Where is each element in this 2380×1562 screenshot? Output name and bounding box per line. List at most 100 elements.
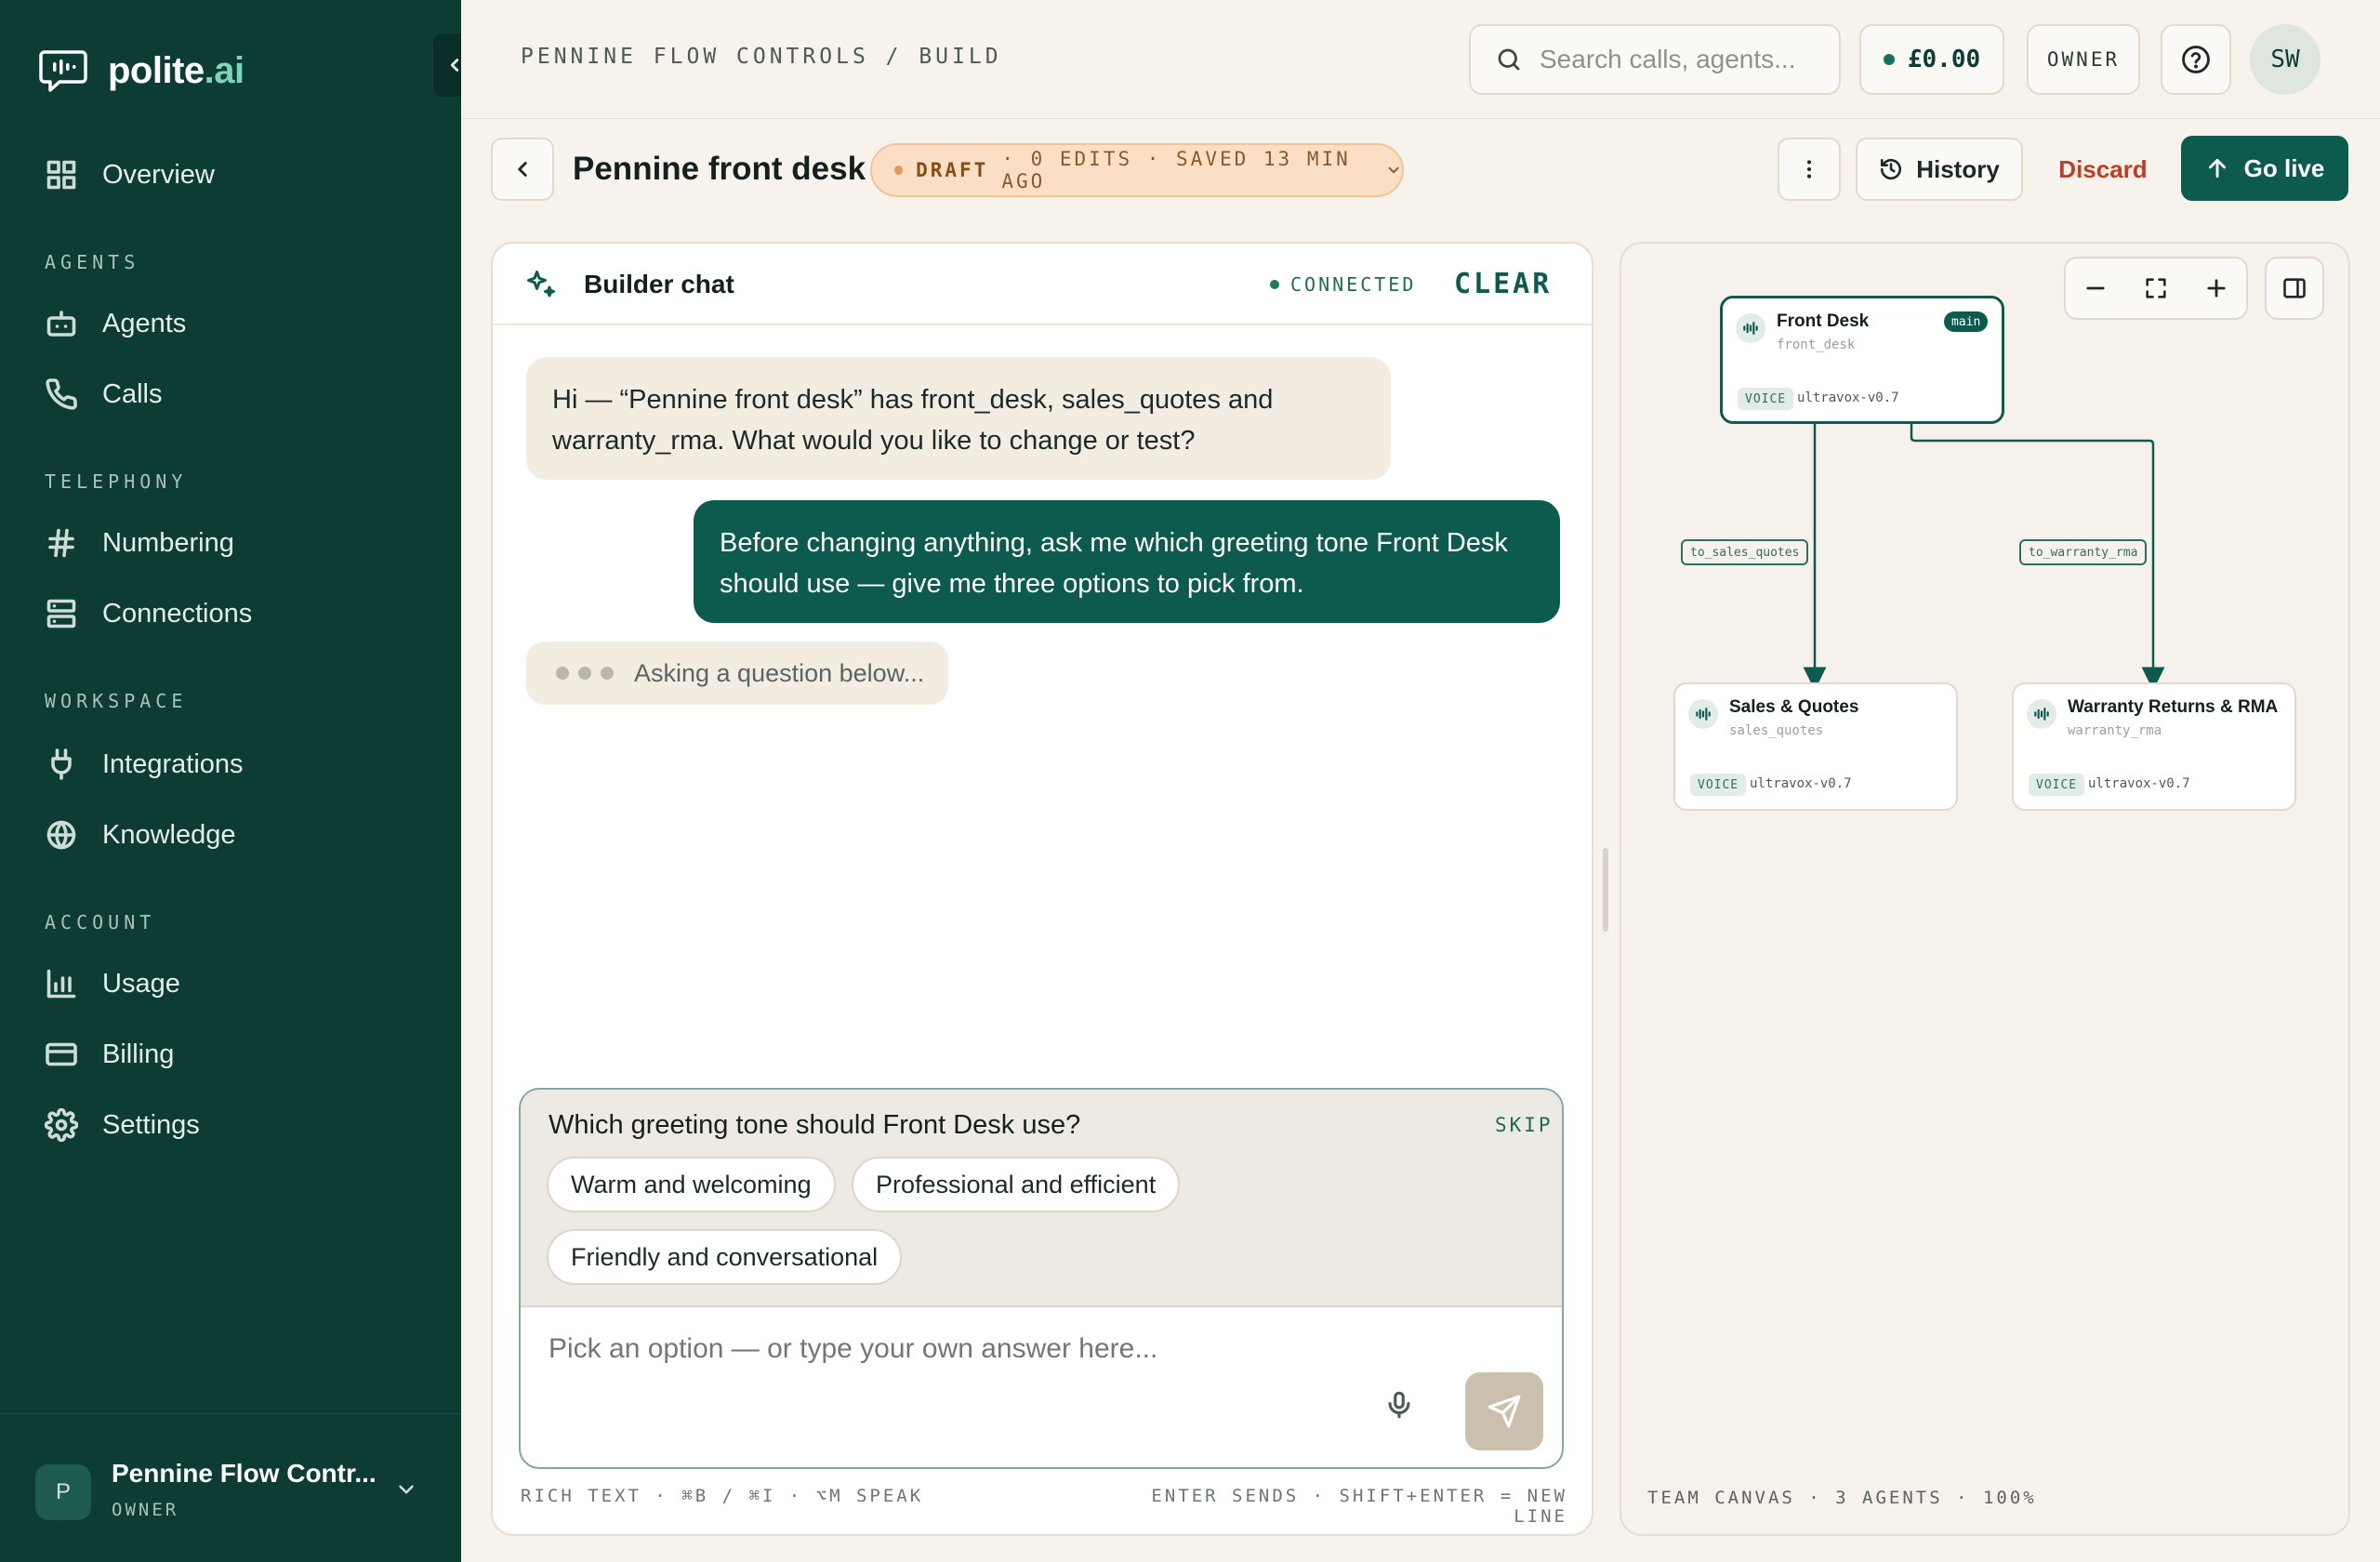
send-button[interactable] bbox=[1465, 1372, 1543, 1450]
section-label-workspace: WORKSPACE bbox=[45, 690, 188, 712]
sidebar-item-label: Knowledge bbox=[102, 819, 236, 850]
status-dot bbox=[1883, 54, 1895, 65]
sidebar: polite.ai Overview AGENTS Agents Calls T… bbox=[0, 0, 461, 1562]
search-box[interactable] bbox=[1469, 24, 1841, 95]
message-input[interactable] bbox=[549, 1333, 1385, 1365]
sidebar-item-label: Agents bbox=[102, 308, 187, 338]
plug-icon bbox=[51, 748, 72, 780]
sidebar-item-label: Connections bbox=[102, 598, 253, 629]
logo[interactable]: polite.ai bbox=[39, 48, 245, 93]
user-message: Before changing anything, ask me which g… bbox=[694, 500, 1560, 623]
sidebar-item-integrations[interactable]: Integrations bbox=[45, 742, 244, 787]
draft-status-dropdown[interactable]: DRAFT · 0 EDITS · SAVED 13 MIN AGO bbox=[870, 143, 1404, 197]
sidebar-item-knowledge[interactable]: Knowledge bbox=[45, 813, 236, 857]
voice-badge: VOICE bbox=[1690, 774, 1747, 796]
audio-wave-icon bbox=[2027, 699, 2056, 729]
audio-wave-icon bbox=[1688, 699, 1718, 729]
sidebar-item-label: Numbering bbox=[102, 527, 234, 558]
composer: Which greeting tone should Front Desk us… bbox=[519, 1088, 1564, 1469]
gear-icon bbox=[45, 1108, 78, 1142]
typing-dot bbox=[601, 667, 614, 680]
panel-resize-handle[interactable] bbox=[1603, 848, 1608, 932]
canvas-status: TEAM CANVAS · 3 AGENTS · 100% bbox=[1647, 1488, 2037, 1508]
sparkles-icon bbox=[527, 271, 555, 298]
phone-icon bbox=[46, 378, 77, 410]
grid-icon bbox=[46, 160, 76, 190]
section-label-account: ACCOUNT bbox=[45, 911, 156, 933]
sidebar-item-label: Overview bbox=[102, 159, 215, 190]
sidebar-item-agents[interactable]: Agents bbox=[45, 301, 186, 346]
chevron-down-icon bbox=[1388, 166, 1399, 174]
node-model: ultravox-v0.7 bbox=[2088, 776, 2190, 791]
agent-node-front-desk[interactable]: Front Desk front_desk main VOICE ultravo… bbox=[1720, 296, 2004, 424]
voice-badge: VOICE bbox=[2029, 774, 2085, 796]
question-text: Which greeting tone should Front Desk us… bbox=[549, 1110, 1081, 1140]
connection-status: CONNECTED bbox=[1270, 273, 1416, 296]
history-label: History bbox=[1916, 154, 2000, 183]
search-input[interactable] bbox=[1540, 45, 1818, 74]
back-button[interactable] bbox=[491, 138, 554, 201]
chat-bubble-logo-icon bbox=[39, 50, 87, 92]
edge-label-to-warranty[interactable]: to_warranty_rma bbox=[2019, 539, 2148, 565]
agent-node-sales-quotes[interactable]: Sales & Quotes sales_quotes VOICE ultrav… bbox=[1673, 682, 1958, 811]
voice-badge: VOICE bbox=[1738, 388, 1794, 410]
role-button[interactable]: OWNER bbox=[2027, 24, 2140, 95]
edge-label-to-sales[interactable]: to_sales_quotes bbox=[1681, 539, 1809, 565]
microphone-button[interactable] bbox=[1383, 1389, 1415, 1425]
page-title: Pennine front desk bbox=[573, 151, 866, 187]
clear-chat-button[interactable]: CLEAR bbox=[1454, 268, 1552, 300]
draft-meta: · 0 EDITS · SAVED 13 MIN AGO bbox=[1001, 148, 1351, 192]
sidebar-item-settings[interactable]: Settings bbox=[45, 1103, 200, 1147]
breadcrumb: PENNINE FLOW CONTROLS / BUILD bbox=[521, 45, 1002, 69]
composer-shortcuts-hint: RICH TEXT · ⌘B / ⌘I · ⌥M SPEAK bbox=[521, 1486, 924, 1506]
microphone-icon bbox=[1388, 1391, 1410, 1419]
chevron-down-icon bbox=[399, 1485, 414, 1494]
node-id: warranty_rma bbox=[2068, 723, 2162, 738]
sidebar-item-numbering[interactable]: Numbering bbox=[45, 521, 234, 565]
option-chip-warm[interactable]: Warm and welcoming bbox=[547, 1157, 836, 1212]
sidebar-item-usage[interactable]: Usage bbox=[45, 961, 180, 1006]
sidebar-item-connections[interactable]: Connections bbox=[45, 591, 252, 636]
balance-badge[interactable]: £0.00 bbox=[1859, 24, 2004, 95]
typing-dot bbox=[556, 667, 569, 680]
server-icon bbox=[46, 599, 76, 629]
org-name: Pennine Flow Contr... bbox=[112, 1459, 377, 1488]
agent-node-warranty-rma[interactable]: Warranty Returns & RMA warranty_rma VOIC… bbox=[2012, 682, 2296, 811]
option-chip-professional[interactable]: Professional and efficient bbox=[852, 1157, 1181, 1212]
hash-icon bbox=[48, 528, 74, 558]
audio-wave-icon bbox=[1736, 313, 1765, 343]
edge-connectors bbox=[1803, 424, 2165, 691]
bot-icon bbox=[46, 311, 76, 337]
sidebar-item-label: Calls bbox=[102, 378, 163, 409]
org-switcher[interactable]: P Pennine Flow Contr... OWNER bbox=[0, 1413, 461, 1562]
section-label-agents: AGENTS bbox=[45, 251, 140, 273]
history-icon bbox=[1881, 158, 1902, 180]
help-button[interactable] bbox=[2161, 24, 2231, 95]
skip-button[interactable]: SKIP bbox=[1495, 1114, 1554, 1136]
typing-indicator: Asking a question below... bbox=[526, 642, 948, 705]
team-canvas[interactable]: Front Desk front_desk main VOICE ultravo… bbox=[1620, 242, 2350, 1536]
chevron-left-icon bbox=[518, 162, 527, 177]
search-icon bbox=[1498, 48, 1520, 71]
discard-button[interactable]: Discard bbox=[2047, 138, 2159, 201]
more-options-button[interactable] bbox=[1778, 138, 1841, 201]
org-avatar: P bbox=[35, 1464, 91, 1520]
main-tag: main bbox=[1944, 311, 1989, 332]
history-button[interactable]: History bbox=[1856, 138, 2023, 201]
node-model: ultravox-v0.7 bbox=[1750, 776, 1852, 791]
sidebar-item-label: Integrations bbox=[102, 748, 244, 779]
go-live-button[interactable]: Go live bbox=[2181, 136, 2348, 201]
connection-label: CONNECTED bbox=[1290, 273, 1417, 296]
node-id: sales_quotes bbox=[1729, 723, 1824, 738]
section-label-telephony: TELEPHONY bbox=[45, 470, 188, 493]
sidebar-item-billing[interactable]: Billing bbox=[45, 1032, 174, 1077]
option-chip-friendly[interactable]: Friendly and conversational bbox=[547, 1229, 903, 1285]
top-bar: PENNINE FLOW CONTROLS / BUILD £0.00 OWNE… bbox=[461, 0, 2380, 119]
composer-send-hint: ENTER SENDS · SHIFT+ENTER = NEW LINE bbox=[1151, 1486, 1567, 1527]
sidebar-item-calls[interactable]: Calls bbox=[45, 372, 162, 417]
chat-header: Builder chat CONNECTED CLEAR bbox=[493, 244, 1592, 325]
node-title: Warranty Returns & RMA bbox=[2068, 697, 2279, 717]
user-avatar[interactable]: SW bbox=[2250, 24, 2320, 95]
sidebar-item-overview[interactable]: Overview bbox=[45, 152, 215, 197]
go-live-label: Go live bbox=[2243, 153, 2325, 182]
